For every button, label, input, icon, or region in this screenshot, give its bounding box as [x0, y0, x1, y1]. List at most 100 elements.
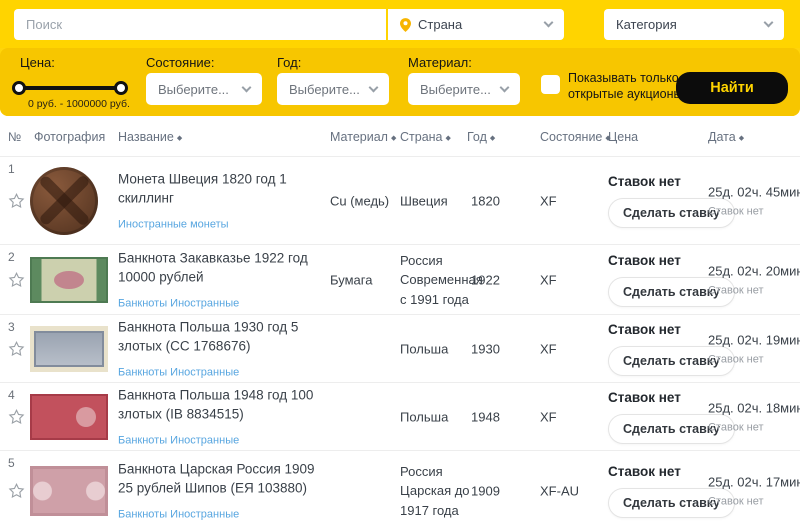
condition-select[interactable]: Выберите... — [146, 73, 262, 105]
slider-track — [18, 86, 122, 90]
price-range-text: 0 руб. - 1000000 руб. — [28, 98, 130, 110]
header-name[interactable]: Название◆ — [118, 130, 182, 144]
filter-area: Страна Категория Цена: 0 руб. - 1000000 … — [0, 0, 800, 116]
time-left: 25д. 02ч. 20мин. — [708, 263, 798, 278]
favorite-star-icon[interactable] — [8, 408, 25, 425]
chevron-down-icon — [242, 82, 252, 92]
sort-icon: ◆ — [177, 135, 182, 142]
lot-category-link[interactable]: Банкноты Иностранные — [118, 297, 239, 309]
top-search-bar: Страна Категория — [0, 0, 800, 48]
lot-year: 1909 — [471, 483, 521, 498]
time-left: 25д. 02ч. 17мин. — [708, 474, 798, 489]
lot-year: 1930 — [471, 341, 521, 356]
condition-select-value: Выберите... — [158, 82, 243, 97]
lot-country: Россия Современная с 1991 года — [400, 250, 470, 309]
lot-condition: XF — [540, 193, 600, 208]
slider-handle-max[interactable] — [114, 81, 128, 95]
open-auctions-checkbox[interactable] — [541, 75, 560, 94]
location-pin-icon — [400, 18, 411, 32]
lot-number: 5 — [8, 456, 15, 470]
header-material[interactable]: Материал◆ — [330, 130, 396, 144]
bids-note: Ставок нет — [708, 205, 798, 217]
lot-category-link[interactable]: Банкноты Иностранные — [118, 508, 239, 520]
slider-handle-min[interactable] — [12, 81, 26, 95]
favorite-star-icon[interactable] — [8, 192, 25, 209]
bids-note: Ставок нет — [708, 421, 798, 433]
lot-condition: XF — [540, 272, 600, 287]
header-date[interactable]: Дата◆ — [708, 130, 744, 144]
table-row: 5 Банкнота Царская Россия 1909 25 рублей… — [0, 450, 800, 526]
lot-country: Россия Царская до 1917 года — [400, 461, 470, 520]
lot-photo[interactable] — [30, 167, 98, 235]
country-select-label: Страна — [418, 17, 545, 32]
header-condition[interactable]: Состояние◆ — [540, 130, 611, 144]
lot-title[interactable]: Банкнота Закавказье 1922 год 10000 рубле… — [118, 248, 318, 287]
bids-note: Ставок нет — [708, 353, 798, 365]
lot-condition: XF — [540, 409, 600, 424]
year-select[interactable]: Выберите... — [277, 73, 389, 105]
lot-photo[interactable] — [30, 326, 108, 372]
bids-note: Ставок нет — [708, 495, 798, 507]
price-label: Цена: — [20, 55, 55, 70]
lot-photo[interactable] — [30, 394, 108, 440]
price-range-slider[interactable] — [12, 81, 128, 95]
category-select-label: Категория — [616, 17, 765, 32]
lot-photo[interactable] — [30, 466, 108, 516]
favorite-star-icon[interactable] — [8, 340, 25, 357]
chevron-down-icon — [369, 82, 379, 92]
lot-title[interactable]: Банкнота Царская Россия 1909 25 рублей Ш… — [118, 459, 318, 498]
header-country[interactable]: Страна◆ — [400, 130, 451, 144]
lot-material: Бумага — [330, 272, 398, 287]
header-condition-label: Состояние — [540, 130, 602, 144]
table-row: 4 Банкнота Польша 1948 год 100 злотых (I… — [0, 382, 800, 450]
table-row: 3 Банкнота Польша 1930 год 5 злотых (СС … — [0, 314, 800, 382]
header-year-label: Год — [467, 130, 487, 144]
lot-photo[interactable] — [30, 257, 108, 303]
filters-panel: Цена: 0 руб. - 1000000 руб. Состояние: В… — [0, 48, 800, 116]
material-label: Материал: — [408, 55, 472, 70]
time-left: 25д. 02ч. 18мин. — [708, 400, 798, 415]
lot-condition: XF-AU — [540, 483, 600, 498]
lots-table: № Фотография Название◆ Материал◆ Страна◆… — [0, 116, 800, 526]
lot-country: Швеция — [400, 191, 470, 211]
table-row: 2 Банкнота Закавказье 1922 год 10000 руб… — [0, 244, 800, 314]
lot-number: 4 — [8, 388, 15, 402]
find-button[interactable]: Найти — [676, 72, 788, 104]
lot-category-link[interactable]: Иностранные монеты — [118, 218, 229, 230]
lot-title[interactable]: Банкнота Польша 1930 год 5 злотых (СС 17… — [118, 317, 318, 356]
lot-title[interactable]: Банкнота Польша 1948 год 100 злотых (IB … — [118, 385, 318, 424]
header-num: № — [8, 130, 21, 144]
favorite-star-icon[interactable] — [8, 271, 25, 288]
lot-category-link[interactable]: Банкноты Иностранные — [118, 366, 239, 378]
lot-year: 1820 — [471, 193, 521, 208]
lot-country: Польша — [400, 339, 470, 359]
search-input[interactable] — [14, 9, 386, 40]
bids-note: Ставок нет — [708, 284, 798, 296]
sort-icon: ◆ — [739, 135, 744, 142]
category-select[interactable]: Категория — [604, 9, 784, 40]
lot-title[interactable]: Монета Швеция 1820 год 1 скиллинг — [118, 169, 318, 208]
material-select-value: Выберите... — [420, 82, 501, 97]
sort-icon: ◆ — [490, 135, 495, 142]
condition-label: Состояние: — [146, 55, 214, 70]
header-photo: Фотография — [34, 130, 105, 144]
lot-material: Cu (медь) — [330, 193, 398, 208]
table-header-row: № Фотография Название◆ Материал◆ Страна◆… — [0, 116, 800, 156]
chevron-down-icon — [544, 18, 554, 28]
lot-number: 1 — [8, 162, 15, 176]
table-row: 1 Монета Швеция 1820 год 1 скиллинг Инос… — [0, 156, 800, 244]
country-select[interactable]: Страна — [388, 9, 564, 40]
lot-category-link[interactable]: Банкноты Иностранные — [118, 434, 239, 446]
header-material-label: Материал — [330, 130, 388, 144]
lot-country: Польша — [400, 407, 470, 427]
header-country-label: Страна — [400, 130, 443, 144]
favorite-star-icon[interactable] — [8, 482, 25, 499]
header-year[interactable]: Год◆ — [467, 130, 495, 144]
sort-icon: ◆ — [446, 135, 451, 142]
year-select-value: Выберите... — [289, 82, 370, 97]
material-select[interactable]: Выберите... — [408, 73, 520, 105]
time-left: 25д. 02ч. 19мин. — [708, 332, 798, 347]
header-price: Цена — [608, 130, 638, 144]
header-name-label: Название — [118, 130, 174, 144]
sort-icon: ◆ — [391, 135, 396, 142]
